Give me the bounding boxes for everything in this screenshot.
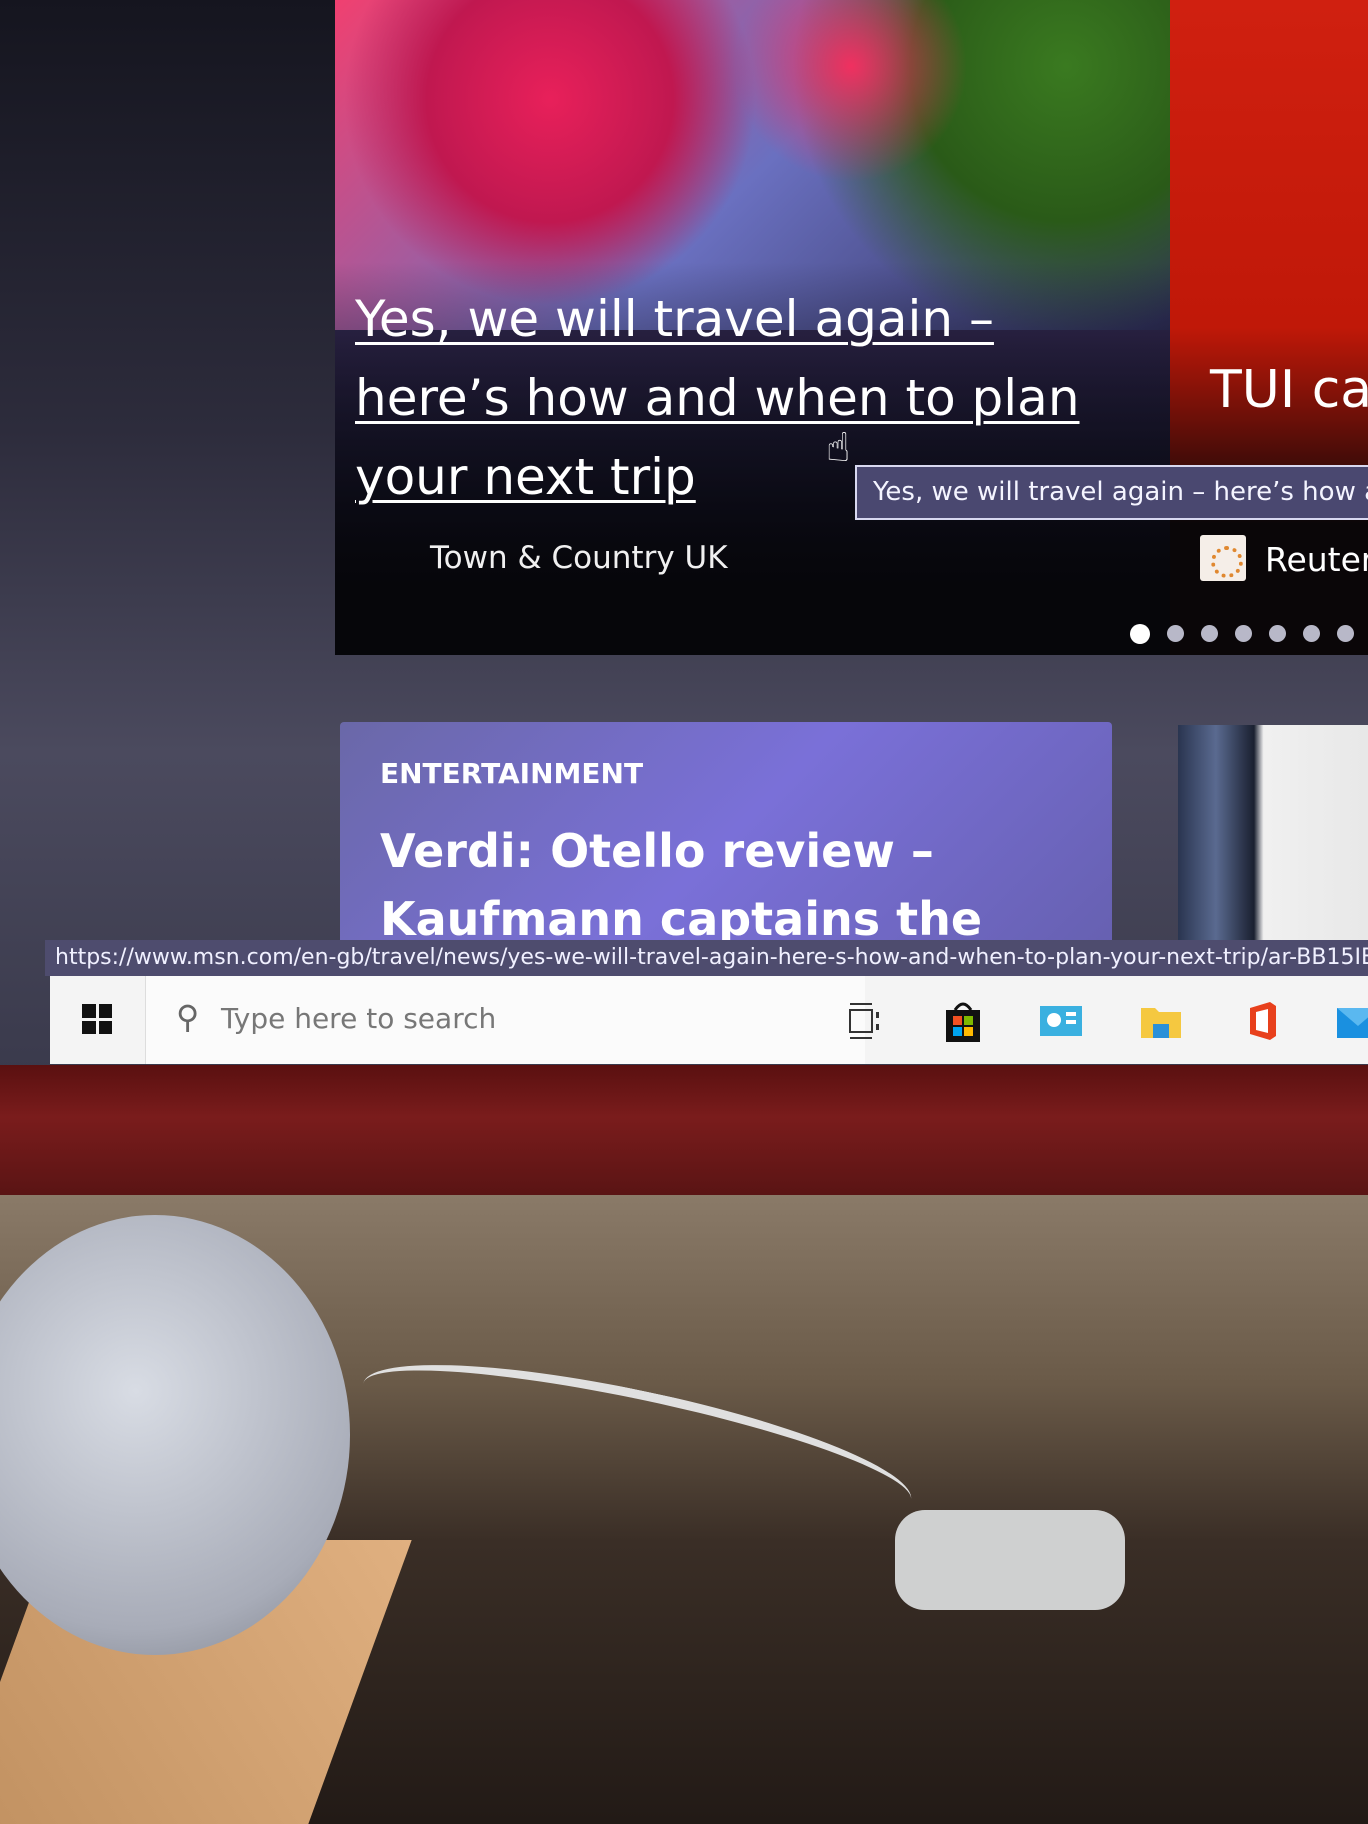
taskbar-search-box[interactable]: ⚲ Type here to search xyxy=(145,976,865,1064)
next-card-title[interactable]: TUI ca xyxy=(1210,360,1368,420)
article-thumbnail[interactable] xyxy=(1178,725,1368,955)
carousel-dot[interactable] xyxy=(1201,625,1218,642)
news-app-icon[interactable] xyxy=(1038,998,1084,1044)
reuters-logo-icon xyxy=(1200,535,1246,581)
carousel-dot[interactable] xyxy=(1337,625,1354,642)
cable-switch xyxy=(895,1510,1125,1610)
hero-source: Town & Country UK xyxy=(430,540,728,576)
carousel-dot[interactable] xyxy=(1130,624,1150,644)
carousel-dot[interactable] xyxy=(1235,625,1252,642)
next-card-source: Reuters xyxy=(1265,540,1368,579)
card-category: ENTERTAINMENT xyxy=(380,757,644,790)
carousel-dot[interactable] xyxy=(1303,625,1320,642)
mail-icon[interactable] xyxy=(1335,998,1368,1044)
carousel-dot[interactable] xyxy=(1167,625,1184,642)
monitor-bezel xyxy=(0,1065,1368,1195)
monitor-screen: Yes, we will travel again – here’s how a… xyxy=(0,0,1368,1075)
entertainment-card[interactable]: ENTERTAINMENT Verdi: Otello review – Kau… xyxy=(340,722,1112,957)
carousel-dots[interactable] xyxy=(1130,624,1368,644)
link-tooltip: Yes, we will travel again – here’s how a… xyxy=(855,465,1368,520)
windows-taskbar: ⚲ Type here to search xyxy=(50,976,1368,1064)
office-icon[interactable] xyxy=(1240,998,1286,1044)
microsoft-store-icon[interactable] xyxy=(940,998,986,1044)
file-explorer-icon[interactable] xyxy=(1138,998,1184,1044)
carousel-dot[interactable] xyxy=(1269,625,1286,642)
hero-card[interactable]: Yes, we will travel again – here’s how a… xyxy=(335,0,1170,655)
windows-start-icon[interactable] xyxy=(82,1004,112,1034)
card-title[interactable]: Verdi: Otello review – Kaufmann captains… xyxy=(380,817,1080,953)
browser-status-url: https://www.msn.com/en-gb/travel/news/ye… xyxy=(45,940,1368,976)
search-icon: ⚲ xyxy=(176,998,200,1036)
search-placeholder: Type here to search xyxy=(221,1002,497,1035)
task-view-icon[interactable] xyxy=(842,998,888,1044)
hand-cursor-icon: ☝ xyxy=(826,425,851,471)
